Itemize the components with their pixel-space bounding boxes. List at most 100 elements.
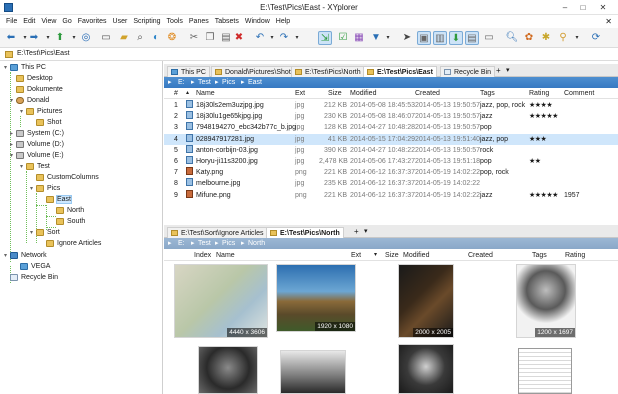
paste-icon[interactable]: ▤ bbox=[219, 31, 233, 45]
file-row[interactable]: 2 18j30lu1ge65kjpg.jpg jpg 230 KB 2014-05-08… bbox=[164, 111, 618, 122]
menu-edit[interactable]: Edit bbox=[20, 15, 38, 28]
breadcrumb-north[interactable]: North bbox=[248, 238, 265, 249]
tree-item-shot[interactable]: Shot bbox=[30, 117, 61, 128]
file-row[interactable]: 7 Katy.png png 221 KB 2014-06-12 16:37:37 201… bbox=[164, 167, 618, 178]
breadcrumb-test[interactable]: Test bbox=[198, 238, 211, 249]
col-created[interactable]: Created bbox=[468, 250, 493, 261]
redo-icon[interactable]: ↷ bbox=[277, 31, 291, 45]
add-tab-button[interactable]: + bbox=[354, 226, 359, 237]
tab-pics-north[interactable]: E:\Test\Pics\North bbox=[291, 66, 365, 77]
tree-item-dokumente[interactable]: Dokumente bbox=[10, 84, 63, 95]
cut-icon[interactable]: ✂ bbox=[187, 31, 201, 45]
search-icon[interactable]: ⌕ bbox=[133, 31, 147, 45]
tree-item-pictures[interactable]: ▾ Pictures bbox=[20, 106, 62, 117]
breadcrumb-drive[interactable]: E: bbox=[178, 77, 185, 88]
file-row[interactable]: 8 melbourne.jpg jpg 235 KB 2014-06-12 16:37:… bbox=[164, 178, 618, 189]
filter-dropdown-icon[interactable]: ▾ bbox=[381, 31, 395, 45]
tab-recycle-bin[interactable]: Recycle Bin bbox=[440, 66, 495, 77]
tree-item-volume-d[interactable]: ▸ Volume (D:) bbox=[10, 139, 64, 150]
send-icon[interactable]: ➤ bbox=[400, 31, 414, 45]
tag-icon[interactable]: ✿ bbox=[522, 31, 536, 45]
col-created[interactable]: Created bbox=[415, 88, 440, 99]
thumbnail-doc[interactable] bbox=[518, 348, 572, 394]
breadcrumb-east[interactable]: East bbox=[248, 77, 262, 88]
file-row[interactable]: 4 028947917281.jpg jpg 41 KB 2014-05-15 17:0… bbox=[164, 133, 618, 145]
tab-this-pc[interactable]: This PC bbox=[167, 66, 210, 77]
tree-item-north[interactable]: North bbox=[50, 205, 84, 216]
address-bar[interactable]: E:\Test\Pics\East bbox=[0, 48, 618, 61]
menu-go[interactable]: Go bbox=[59, 15, 74, 28]
back-icon[interactable]: ⬅ bbox=[4, 31, 18, 45]
menu-tabsets[interactable]: Tabsets bbox=[212, 15, 242, 28]
col-ext[interactable]: Ext bbox=[295, 88, 305, 99]
col-modified[interactable]: Modified bbox=[403, 250, 429, 261]
menu-help[interactable]: Help bbox=[273, 15, 293, 28]
redo-dropdown-icon[interactable]: ▾ bbox=[290, 31, 304, 45]
tree-item-this-pc[interactable]: ▾ This PC bbox=[4, 62, 46, 73]
breadcrumb-drive[interactable]: E: bbox=[178, 238, 185, 249]
col-name[interactable]: Name bbox=[196, 88, 215, 99]
dual-pane-icon[interactable]: ▤ bbox=[465, 31, 479, 45]
menu-tools[interactable]: Tools bbox=[164, 15, 186, 28]
download-icon[interactable]: ⬇ bbox=[449, 31, 463, 45]
menu-favorites[interactable]: Favorites bbox=[75, 15, 110, 28]
tree-item-pics[interactable]: ▾ Pics bbox=[30, 183, 60, 194]
col-ext[interactable]: Ext bbox=[351, 250, 361, 261]
add-tab-button[interactable]: + bbox=[496, 65, 501, 76]
magnifier-icon[interactable]: 🔍︎ bbox=[505, 31, 519, 45]
up-icon[interactable]: ⬆ bbox=[53, 31, 67, 45]
tree-item-sort[interactable]: ▾ Sort bbox=[30, 227, 60, 238]
thumbnail-portrait[interactable]: 1200 x 1697 bbox=[516, 264, 576, 338]
tab-sort-ignore-articles[interactable]: E:\Test\Sort\Ignore Articles bbox=[167, 227, 268, 238]
copy-path-icon[interactable]: ⇲ bbox=[318, 31, 332, 45]
menu-panes[interactable]: Panes bbox=[186, 15, 212, 28]
tree-item-customcolumns[interactable]: CustomColumns bbox=[30, 172, 99, 183]
breadcrumb-pics[interactable]: Pics bbox=[222, 77, 235, 88]
tab-pics-east[interactable]: E:\Test\Pics\East bbox=[363, 66, 437, 77]
checkbox-icon[interactable]: ☑ bbox=[336, 31, 350, 45]
file-row[interactable]: 9 Mifune.png png 221 KB 2014-06-12 16:37:37 2… bbox=[164, 189, 618, 201]
color-filter-icon[interactable]: ▦ bbox=[352, 31, 366, 45]
refresh-icon[interactable]: ⟳ bbox=[589, 31, 603, 45]
breadcrumb-test[interactable]: Test bbox=[198, 77, 211, 88]
tab-list-button[interactable]: ▾ bbox=[364, 226, 368, 237]
forward-icon[interactable]: ➡ bbox=[27, 31, 41, 45]
horizontal-panes-icon[interactable]: ▭ bbox=[482, 31, 496, 45]
col-tags[interactable]: Tags bbox=[480, 88, 495, 99]
menu-scripting[interactable]: Scripting bbox=[130, 15, 163, 28]
tree-item-south[interactable]: South bbox=[50, 216, 85, 227]
expand-toggle-icon[interactable]: ▾ bbox=[10, 96, 16, 107]
col-tags[interactable]: Tags bbox=[532, 250, 547, 261]
close-file-icon[interactable]: ✕ bbox=[605, 15, 612, 28]
menu-user[interactable]: User bbox=[110, 15, 131, 28]
breadcrumb-pics[interactable]: Pics bbox=[222, 238, 235, 249]
columns-icon[interactable]: ▥ bbox=[433, 31, 447, 45]
file-row[interactable]: 3 7948194270_ebc342b77c_b.jpg jpg 128 KB 201… bbox=[164, 122, 618, 133]
thumbnail-man[interactable] bbox=[198, 346, 258, 394]
thumbnail-ambassadors[interactable]: 2000 x 2005 bbox=[398, 264, 454, 338]
tab-list-button[interactable]: ▾ bbox=[506, 65, 510, 76]
thumbnail-group[interactable] bbox=[280, 350, 346, 394]
col-modified[interactable]: Modified bbox=[350, 88, 376, 99]
file-row[interactable]: 5 anton-corbijn-03.jpg jpg 390 KB 2014-04-27… bbox=[164, 144, 618, 156]
thumbnail-map[interactable]: 4440 x 3606 bbox=[174, 264, 268, 338]
drive-icon[interactable]: ▭ bbox=[99, 31, 113, 45]
tab-pics-north-active[interactable]: E:\Test\Pics\North bbox=[266, 227, 344, 238]
tree-item-recycle-bin[interactable]: Recycle Bin bbox=[4, 272, 58, 283]
close-button[interactable]: ✕ bbox=[596, 2, 610, 13]
tree-item-vega[interactable]: VEGA bbox=[14, 261, 50, 272]
delete-icon[interactable]: ✖ bbox=[232, 31, 246, 45]
minimize-button[interactable]: – bbox=[558, 2, 572, 13]
col-rating[interactable]: Rating bbox=[529, 88, 549, 99]
target-icon[interactable]: ◎ bbox=[79, 31, 93, 45]
tree-item-volume-e[interactable]: ▾ Volume (E:) bbox=[10, 150, 64, 161]
tree-item-system-c[interactable]: ▸ System (C:) bbox=[10, 128, 64, 139]
col-comment[interactable]: Comment bbox=[564, 88, 594, 99]
col-rating[interactable]: Rating bbox=[565, 250, 585, 261]
wand-dropdown-icon[interactable]: ▾ bbox=[570, 31, 584, 45]
tree-item-donald[interactable]: ▾ Donald bbox=[10, 95, 49, 106]
tree-item-network[interactable]: ▾ Network bbox=[4, 250, 47, 261]
file-row[interactable]: 1 18j30ls2em3uzjpg.jpg jpg 212 KB 2014-05-08… bbox=[164, 100, 618, 111]
tree-item-desktop[interactable]: Desktop bbox=[10, 73, 53, 84]
settings-icon[interactable]: ✱ bbox=[539, 31, 553, 45]
